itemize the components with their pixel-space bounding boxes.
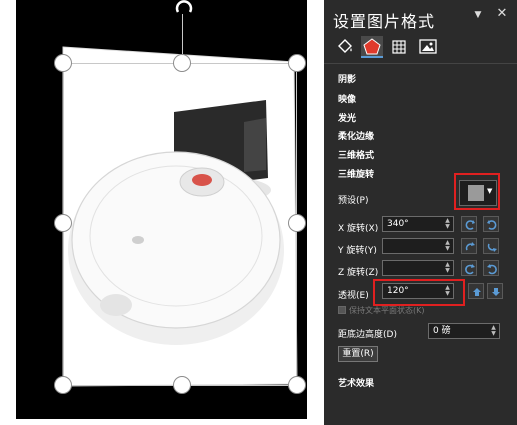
distance-value: 0 磅 bbox=[433, 326, 451, 336]
resize-handle-top[interactable] bbox=[173, 54, 191, 72]
format-picture-pane: 设置图片格式 ▼ ✕ 阴影 映像 发光 柔化边缘 三维格式 三维旋转 预设(P)… bbox=[324, 0, 517, 425]
rotate-ccw-icon bbox=[465, 264, 475, 275]
y-rotation-label: Y 旋转(Y) bbox=[338, 246, 377, 256]
rotate-down-icon bbox=[487, 243, 497, 252]
preset-highlight-box bbox=[454, 173, 500, 210]
x-rotation-label: X 旋转(X) bbox=[338, 224, 379, 234]
resize-handle-top-right[interactable] bbox=[288, 54, 306, 72]
rotate-cw-button[interactable] bbox=[483, 260, 499, 276]
resize-handle-bottom-right[interactable] bbox=[288, 376, 306, 394]
pentagon-icon bbox=[363, 38, 381, 55]
rotate-cw-icon bbox=[487, 264, 497, 275]
tab-picture[interactable] bbox=[417, 36, 439, 58]
narrow-field-icon bbox=[473, 288, 481, 296]
tab-fill-line[interactable] bbox=[334, 36, 356, 58]
keep-text-flat-checkbox[interactable]: 保持文本平面状态(K) bbox=[338, 305, 425, 316]
rotate-handle-icon[interactable] bbox=[174, 0, 194, 16]
section-artistic-effects[interactable]: 艺术效果 bbox=[338, 376, 374, 389]
spinner-icon[interactable]: ▲ ▼ bbox=[444, 262, 451, 274]
section-soft-edges[interactable]: 柔化边缘 bbox=[338, 129, 374, 142]
distance-label: 距底边高度(D) bbox=[338, 330, 397, 340]
tab-effects[interactable] bbox=[361, 36, 383, 58]
spinner-icon[interactable]: ▲ ▼ bbox=[444, 240, 451, 252]
pane-title: 设置图片格式 bbox=[333, 12, 436, 31]
rotate-up-button[interactable] bbox=[461, 238, 477, 254]
x-rotation-input[interactable]: 340° ▲ ▼ bbox=[382, 216, 454, 232]
rotate-right-button[interactable] bbox=[483, 216, 499, 232]
distance-input[interactable]: 0 磅 ▲ ▼ bbox=[428, 323, 500, 339]
section-glow[interactable]: 发光 bbox=[338, 111, 356, 124]
keep-text-flat-label: 保持文本平面状态(K) bbox=[349, 306, 425, 315]
size-layout-icon bbox=[392, 40, 406, 54]
resize-handle-right[interactable] bbox=[288, 214, 306, 232]
z-rotation-input[interactable]: ▲ ▼ bbox=[382, 260, 454, 276]
z-rotation-label: Z 旋转(Z) bbox=[338, 268, 379, 278]
tab-size-properties[interactable] bbox=[388, 36, 410, 58]
rotate-left-icon bbox=[465, 220, 475, 230]
resize-handle-left[interactable] bbox=[54, 214, 72, 232]
section-3d-format[interactable]: 三维格式 bbox=[338, 148, 374, 161]
preset-label: 预设(P) bbox=[338, 196, 369, 206]
rotate-left-button[interactable] bbox=[461, 216, 477, 232]
widen-field-icon bbox=[492, 288, 500, 296]
reset-button[interactable]: 重置(R) bbox=[338, 346, 378, 362]
perspective-highlight-box bbox=[373, 279, 465, 306]
spinner-icon[interactable]: ▲ ▼ bbox=[490, 325, 497, 337]
widen-perspective-button[interactable] bbox=[487, 283, 503, 299]
checkbox-icon bbox=[338, 306, 346, 314]
app-window: 设置图片格式 ▼ ✕ 阴影 映像 发光 柔化边缘 三维格式 三维旋转 预设(P)… bbox=[0, 0, 517, 425]
rotate-down-button[interactable] bbox=[483, 238, 499, 254]
spinner-icon[interactable]: ▲ ▼ bbox=[444, 218, 451, 230]
slide-canvas bbox=[16, 0, 307, 419]
picture-icon bbox=[419, 39, 437, 54]
close-icon[interactable]: ✕ bbox=[494, 6, 510, 22]
section-3d-rotation[interactable]: 三维旋转 bbox=[338, 167, 374, 180]
y-rotation-input[interactable]: ▲ ▼ bbox=[382, 238, 454, 254]
perspective-label: 透视(E) bbox=[338, 291, 369, 301]
rotate-ccw-button[interactable] bbox=[461, 260, 477, 276]
pane-divider bbox=[324, 63, 517, 64]
paint-bucket-icon bbox=[338, 39, 352, 53]
resize-handle-bottom[interactable] bbox=[173, 376, 191, 394]
section-reflection[interactable]: 映像 bbox=[338, 92, 356, 105]
resize-handle-bottom-left[interactable] bbox=[54, 376, 72, 394]
x-rotation-value: 340° bbox=[387, 219, 409, 229]
resize-handle-top-left[interactable] bbox=[54, 54, 72, 72]
rotate-up-icon bbox=[465, 242, 475, 251]
rotate-right-icon bbox=[487, 220, 497, 230]
pin-dropdown-icon[interactable]: ▼ bbox=[472, 9, 484, 21]
section-shadow[interactable]: 阴影 bbox=[338, 72, 356, 85]
narrow-perspective-button[interactable] bbox=[468, 283, 484, 299]
